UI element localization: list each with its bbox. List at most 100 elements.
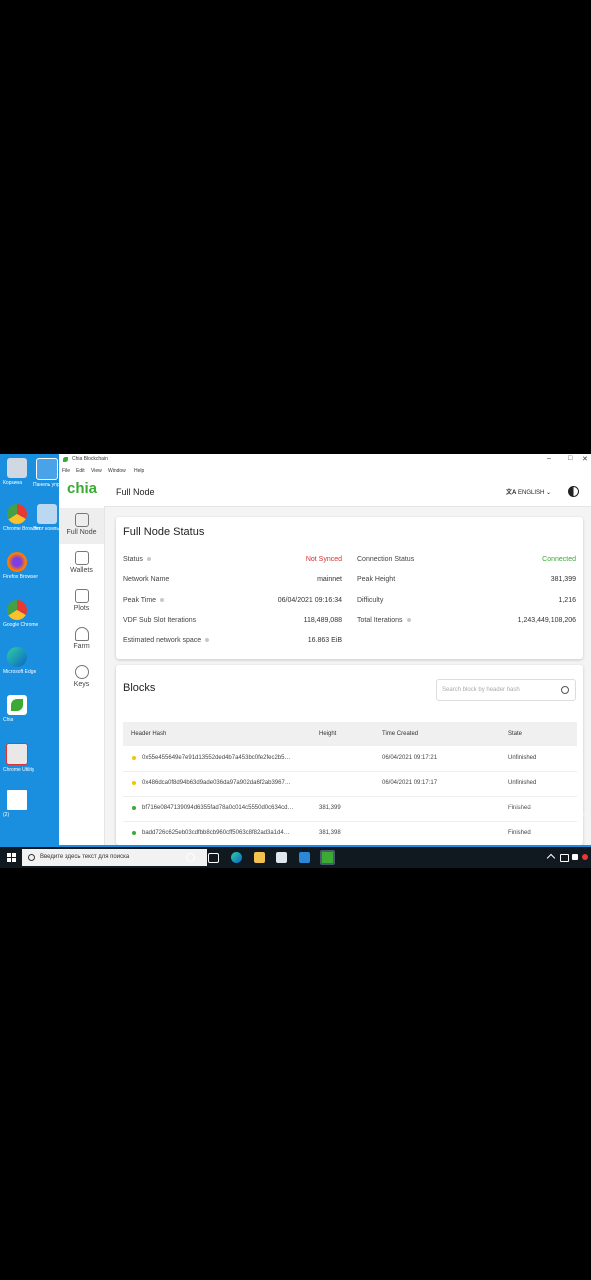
network-name-value: mainnet: [317, 576, 342, 583]
chrome-icon: [7, 600, 27, 620]
taskbar: Введите здесь текст для поиска: [0, 847, 591, 868]
info-icon: [205, 638, 210, 643]
sidebar-item-keys[interactable]: Keys: [59, 660, 104, 696]
computer-icon: [37, 504, 57, 524]
desktop-icon-this-pc[interactable]: Этот компьютер: [33, 504, 70, 532]
sidebar-item-wallets[interactable]: Wallets: [59, 546, 104, 582]
file-explorer-icon[interactable]: [254, 852, 265, 863]
file-icon: [7, 790, 27, 810]
network-space-label: Estimated network space: [123, 637, 210, 644]
vdf-label: VDF Sub Slot Iterations: [123, 617, 197, 624]
block-hash[interactable]: 0x55e455649e7e91d13552ded4b7a453bc0fe2fe…: [142, 755, 290, 761]
taskbar-search-input[interactable]: Введите здесь текст для поиска: [22, 849, 207, 866]
desktop-icon-chia[interactable]: Chia: [3, 695, 31, 723]
peak-time-value: 06/04/2021 09:16:34: [277, 597, 342, 604]
desktop-icon-chrome-utility[interactable]: Chrome Utility: [3, 743, 34, 773]
menu-window[interactable]: Window: [108, 468, 126, 474]
task-view-icon[interactable]: [208, 853, 219, 863]
chia-leaf-icon: [7, 695, 27, 715]
menu-edit[interactable]: Edit: [76, 468, 85, 474]
peak-time-label: Peak Time: [123, 597, 165, 604]
window-titlebar[interactable]: Chia Blockchain – □ ✕: [59, 454, 591, 466]
language-label: ENGLISH: [518, 490, 545, 496]
app-bar: chia Full Node 文A ENGLISH ⌄: [59, 476, 591, 507]
status-dot: [132, 781, 136, 785]
desktop-icon-firefox[interactable]: Firefox Browser: [3, 552, 38, 580]
difficulty-value: 1,216: [558, 597, 576, 604]
info-icon: [406, 618, 411, 623]
hard-drive-icon: [74, 589, 89, 603]
column-time-created: Time Created: [382, 731, 419, 737]
chia-logo: chia: [67, 480, 98, 497]
page-title: Full Node: [116, 487, 155, 497]
block-time: 06/04/2021 09:17:21: [382, 755, 438, 761]
block-time: 06/04/2021 09:17:17: [382, 780, 438, 786]
block-hash[interactable]: 0x486dca0f8d94b63d9ade036da97a902da6f2ab…: [142, 780, 291, 786]
network-space-value: 16.863 EiB: [307, 637, 342, 644]
menu-help[interactable]: Help: [134, 468, 144, 474]
block-search-input[interactable]: Search block by header hash: [436, 679, 576, 701]
desktop-icon-edge[interactable]: Microsoft Edge: [3, 647, 36, 675]
network-name-label: Network Name: [123, 576, 170, 583]
status-dot: [132, 831, 136, 835]
info-icon: [160, 598, 165, 603]
sidebar-item-farm[interactable]: Farm: [59, 622, 104, 658]
window-title: Chia Blockchain: [72, 456, 108, 462]
translate-icon: 文A: [506, 490, 517, 496]
close-button[interactable]: ✕: [582, 455, 588, 463]
control-panel-icon: [36, 458, 58, 480]
search-placeholder: Search block by header hash: [442, 687, 520, 693]
edge-icon[interactable]: [231, 852, 242, 863]
windows-activation-watermark: Активация Windows Чтобы активировать Win…: [472, 800, 588, 838]
desktop-icon-recycle-bin[interactable]: Корзина: [3, 458, 31, 486]
store-icon[interactable]: [276, 852, 287, 863]
sidebar-item-plots[interactable]: Plots: [59, 584, 104, 620]
utility-icon: [6, 743, 28, 765]
difficulty-label: Difficulty: [357, 597, 384, 604]
windows-start-icon[interactable]: [7, 853, 16, 862]
table-row[interactable]: 0x486dca0f8d94b63d9ade036da97a902da6f2ab…: [123, 771, 577, 797]
desktop-icon-file[interactable]: (2): [3, 790, 31, 818]
recycle-bin-icon: [7, 458, 27, 478]
chia-leaf-icon: [63, 457, 68, 462]
sidebar-item-full-node[interactable]: Full Node: [59, 508, 104, 544]
desktop-icon-chrome-browser[interactable]: Chrome Browser: [3, 504, 41, 532]
column-height: Height: [319, 731, 337, 737]
home-icon: [74, 513, 89, 527]
status-dot: [132, 806, 136, 810]
blocks-title: Blocks: [123, 682, 156, 694]
cortana-icon[interactable]: [186, 853, 195, 862]
maximize-button[interactable]: □: [568, 455, 572, 462]
mail-icon[interactable]: [299, 852, 310, 863]
block-height: 381,398: [319, 830, 341, 836]
chevron-up-icon[interactable]: [546, 853, 556, 863]
full-node-status-card: Full Node Status Status Not Synced Netwo…: [116, 517, 583, 659]
desktop-icon-control-panel[interactable]: Панель управл.: [33, 458, 69, 488]
status-card-title: Full Node Status: [123, 526, 205, 538]
total-iterations-value: 1,243,449,108,206: [517, 617, 576, 624]
chrome-icon: [7, 504, 27, 524]
block-state: Unfinished: [508, 755, 537, 761]
dark-mode-toggle-icon[interactable]: [568, 486, 579, 497]
notification-icon[interactable]: [582, 854, 588, 860]
language-selector[interactable]: 文A ENGLISH ⌄: [506, 487, 551, 496]
menu-file[interactable]: File: [62, 468, 70, 474]
menu-bar: File Edit View Window Help: [59, 466, 591, 476]
chevron-down-icon: ⌄: [546, 490, 552, 496]
minimize-button[interactable]: –: [547, 455, 551, 462]
network-icon[interactable]: [560, 854, 569, 862]
table-row[interactable]: 0x55e455649e7e91d13552ded4b7a453bc0fe2fe…: [123, 746, 577, 772]
column-header-hash: Header Hash: [131, 731, 167, 737]
block-hash[interactable]: badd726c625eb03cdfbb8cb960cff5063c8f82ad…: [142, 830, 290, 836]
info-icon: [146, 557, 151, 562]
plant-icon: [74, 627, 89, 641]
chia-taskbar-icon[interactable]: [320, 850, 335, 865]
vdf-value: 118,489,088: [303, 617, 342, 624]
volume-icon[interactable]: [572, 854, 578, 860]
firefox-icon: [7, 552, 27, 572]
connection-status-value: Connected: [542, 556, 576, 563]
desktop-icon-google-chrome[interactable]: Google Chrome: [3, 600, 38, 628]
menu-view[interactable]: View: [91, 468, 102, 474]
block-hash[interactable]: bf716e0847139094d6355fad78a0c014c5550d0c…: [142, 805, 293, 811]
edge-icon: [7, 647, 27, 667]
